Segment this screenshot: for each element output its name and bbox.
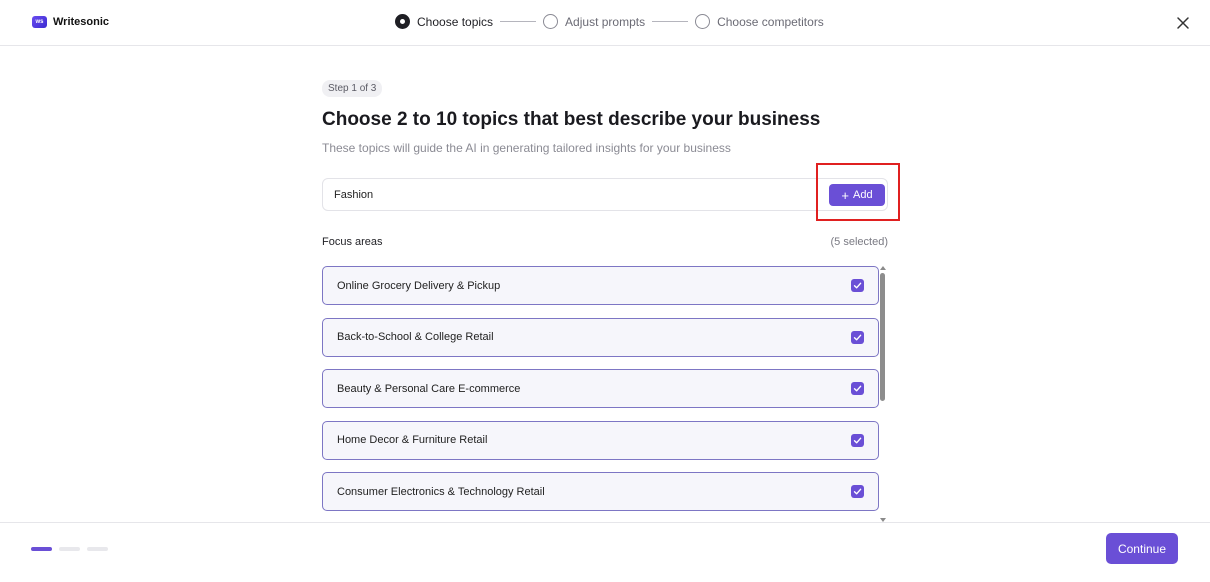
- focus-areas-label: Focus areas: [322, 236, 383, 248]
- continue-button[interactable]: Continue: [1106, 533, 1178, 564]
- app-name: Writesonic: [53, 16, 110, 28]
- page-title: Choose 2 to 10 topics that best describe…: [322, 109, 821, 130]
- step-choose-competitors: Choose competitors: [695, 14, 824, 29]
- step-adjust-prompts: Adjust prompts: [543, 14, 645, 29]
- focus-area-item[interactable]: Beauty & Personal Care E-commerce: [322, 369, 879, 408]
- topic-input-row: + Add: [322, 163, 900, 221]
- topic-input[interactable]: [323, 179, 813, 210]
- progress-segment: [87, 547, 108, 551]
- page-subtitle: These topics will guide the AI in genera…: [322, 141, 731, 155]
- focus-areas-list: Online Grocery Delivery & Pickup Back-to…: [322, 266, 879, 518]
- focus-area-item[interactable]: Consumer Electronics & Technology Retail: [322, 472, 879, 511]
- topics-form: Step 1 of 3 Choose 2 to 10 topics that b…: [322, 78, 900, 511]
- add-topic-button[interactable]: + Add: [829, 184, 885, 206]
- focus-area-label: Back-to-School & College Retail: [337, 331, 494, 343]
- step-badge: Step 1 of 3: [322, 80, 383, 97]
- focus-areas-header: Focus areas (5 selected): [322, 236, 888, 248]
- top-bar: ws Writesonic Choose topics Adjust promp…: [0, 0, 1210, 46]
- step-connector: [500, 21, 537, 22]
- progress-indicator: [31, 547, 108, 551]
- step-connector: [652, 21, 689, 22]
- app-logo[interactable]: ws Writesonic: [32, 16, 109, 28]
- focus-area-label: Home Decor & Furniture Retail: [337, 434, 488, 446]
- checkbox-checked-icon[interactable]: [851, 330, 864, 344]
- plus-icon: +: [841, 187, 849, 203]
- progress-segment-active: [31, 547, 52, 551]
- footer-bar: Continue: [0, 522, 1210, 582]
- stepper: Choose topics Adjust prompts Choose comp…: [395, 14, 824, 29]
- checkbox-checked-icon[interactable]: [851, 279, 864, 292]
- step-label: Choose competitors: [717, 14, 824, 29]
- step-active-dot-icon: [395, 14, 410, 29]
- step-label: Adjust prompts: [565, 14, 646, 29]
- writesonic-logo-icon: ws: [32, 16, 47, 28]
- focus-area-item[interactable]: Home Decor & Furniture Retail: [322, 420, 879, 460]
- step-choose-topics: Choose topics: [395, 14, 493, 29]
- step-empty-circle-icon: [695, 14, 711, 29]
- selected-count: (5 selected): [830, 236, 888, 248]
- add-button-label: Add: [853, 189, 873, 201]
- list-scrollbar[interactable]: [879, 266, 887, 522]
- focus-area-item[interactable]: Online Grocery Delivery & Pickup: [322, 266, 879, 305]
- focus-area-item[interactable]: Back-to-School & College Retail: [322, 317, 879, 357]
- close-icon[interactable]: [1175, 15, 1191, 31]
- step-empty-circle-icon: [543, 14, 559, 29]
- checkbox-checked-icon[interactable]: [851, 433, 864, 447]
- scroll-up-arrow-icon[interactable]: [880, 266, 886, 270]
- focus-area-label: Consumer Electronics & Technology Retail: [337, 485, 545, 498]
- checkbox-checked-icon[interactable]: [851, 485, 864, 498]
- focus-area-label: Online Grocery Delivery & Pickup: [337, 279, 501, 292]
- step-label: Choose topics: [417, 14, 494, 29]
- focus-area-label: Beauty & Personal Care E-commerce: [337, 382, 521, 395]
- scroll-thumb[interactable]: [880, 273, 885, 401]
- progress-segment: [59, 547, 80, 551]
- checkbox-checked-icon[interactable]: [851, 382, 864, 395]
